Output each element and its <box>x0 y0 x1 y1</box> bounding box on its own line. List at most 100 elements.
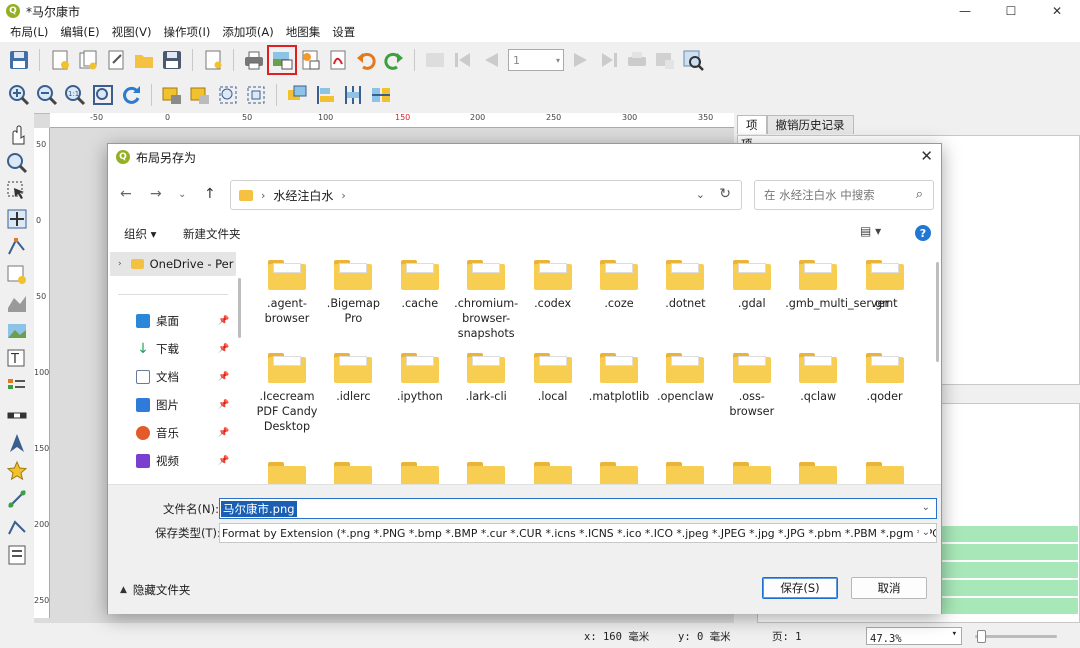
refresh-icon[interactable]: ↻ <box>719 186 731 202</box>
folder-item[interactable]: .lark-cli <box>453 345 519 404</box>
maximize-button[interactable]: ☐ <box>988 0 1034 22</box>
folder-item[interactable]: .local <box>520 345 586 404</box>
folder-item[interactable]: .Icecream PDF Candy Desktop <box>254 345 320 434</box>
folder-item[interactable] <box>586 454 652 484</box>
folder-item[interactable] <box>254 454 320 484</box>
export-atlas-icon[interactable] <box>654 49 676 71</box>
open-template-icon[interactable] <box>133 49 155 71</box>
undo-icon[interactable] <box>355 49 377 71</box>
menu-edit[interactable]: 编辑(E) <box>54 24 105 40</box>
edit-nodes-icon[interactable] <box>6 236 28 258</box>
folder-item[interactable] <box>652 454 718 484</box>
menu-items[interactable]: 操作项(I) <box>157 24 216 40</box>
folder-item[interactable] <box>387 454 453 484</box>
breadcrumb-folder[interactable]: 水经注白水 <box>273 187 333 204</box>
new-layout-icon[interactable] <box>49 49 71 71</box>
folder-item[interactable]: .coze <box>586 252 652 311</box>
layout-manager-icon[interactable] <box>105 49 127 71</box>
up-arrow-icon[interactable]: ↑ <box>204 186 216 202</box>
add-marker-icon[interactable] <box>6 488 28 510</box>
add-map-icon[interactable] <box>6 264 28 286</box>
save-template-icon[interactable] <box>161 49 183 71</box>
save-layout-icon[interactable] <box>8 49 30 71</box>
add-polyline-icon[interactable] <box>6 516 28 538</box>
view-options-icon[interactable]: ▤ ▾ <box>860 224 881 238</box>
pan-layout-icon[interactable] <box>6 124 28 146</box>
nav-item-music[interactable]: 音乐 📌 <box>136 422 236 444</box>
back-arrow-icon[interactable]: ← <box>120 186 132 202</box>
raise-items-icon[interactable] <box>286 84 308 106</box>
chevron-down-icon[interactable]: ⌄ <box>918 527 930 538</box>
folder-item[interactable]: .qoder <box>852 345 918 404</box>
recent-locations-chevron-icon[interactable]: ⌄ <box>178 189 186 200</box>
add-picture-icon[interactable] <box>6 320 28 342</box>
zoom-select[interactable]: 47.3% ▾ <box>866 627 962 645</box>
menu-atlas[interactable]: 地图集 <box>280 24 327 40</box>
tab-items[interactable]: 项 <box>737 115 767 134</box>
folder-item[interactable]: .gmt <box>852 252 918 311</box>
address-dropdown-icon[interactable]: ⌄ <box>696 188 705 201</box>
atlas-preview-icon[interactable] <box>424 49 446 71</box>
menu-layout[interactable]: 布局(L) <box>4 24 54 40</box>
export-svg-icon[interactable] <box>299 49 321 71</box>
add-shape-icon[interactable] <box>6 460 28 482</box>
align-items-icon[interactable] <box>314 84 336 106</box>
move-content-icon[interactable] <box>6 208 28 230</box>
refresh-view-icon[interactable] <box>120 84 142 106</box>
folder-item[interactable]: .idlerc <box>320 345 386 404</box>
folder-item[interactable]: .Bigemap Pro <box>320 252 386 326</box>
atlas-settings-icon[interactable] <box>682 49 704 71</box>
folder-item[interactable] <box>785 454 851 484</box>
new-folder-button[interactable]: 新建文件夹 <box>183 226 241 242</box>
cancel-button[interactable]: 取消 <box>851 577 927 599</box>
menu-view[interactable]: 视图(V) <box>106 24 158 40</box>
add-label-icon[interactable]: T <box>6 348 28 370</box>
file-list-scrollbar[interactable] <box>936 262 939 362</box>
folder-item[interactable]: .agent-browser <box>254 252 320 326</box>
folder-item[interactable]: .chromium-browser-snapshots <box>453 252 519 341</box>
save-button[interactable]: 保存(S) <box>762 577 838 599</box>
folder-item[interactable] <box>453 454 519 484</box>
folder-item[interactable]: .openclaw <box>652 345 718 404</box>
page-setup-icon[interactable] <box>202 49 224 71</box>
duplicate-layout-icon[interactable] <box>77 49 99 71</box>
folder-item[interactable]: .qclaw <box>785 345 851 404</box>
forward-arrow-icon[interactable]: → <box>150 186 162 202</box>
folder-item[interactable]: .cache <box>387 252 453 311</box>
menu-settings[interactable]: 设置 <box>326 24 361 40</box>
previous-feature-icon[interactable] <box>480 49 502 71</box>
folder-item[interactable]: .oss-browser <box>719 345 785 419</box>
menu-add-item[interactable]: 添加项(A) <box>216 24 279 40</box>
zoom-tool-icon[interactable] <box>6 152 28 174</box>
folder-item[interactable]: .matplotlib <box>586 345 652 404</box>
folder-item[interactable]: .gmb_multi_server <box>785 252 889 311</box>
close-window-button[interactable]: ✕ <box>1034 0 1080 22</box>
zoom-full-icon[interactable] <box>92 84 114 106</box>
unlock-items-icon[interactable] <box>189 84 211 106</box>
nav-item-desktop[interactable]: 桌面 📌 <box>136 310 236 332</box>
folder-item[interactable] <box>320 454 386 484</box>
nav-onedrive[interactable]: › OneDrive - Per <box>110 252 236 276</box>
help-icon[interactable]: ? <box>915 225 931 241</box>
redo-icon[interactable] <box>383 49 405 71</box>
export-image-icon[interactable] <box>267 45 297 75</box>
expand-arrow-icon[interactable]: › <box>118 259 122 269</box>
dialog-close-button[interactable]: ✕ <box>920 147 933 165</box>
slider-handle[interactable] <box>977 630 986 643</box>
next-feature-icon[interactable] <box>570 49 592 71</box>
nav-item-downloads[interactable]: ↓ 下载 📌 <box>136 338 236 360</box>
zoom-slider[interactable] <box>975 630 1057 643</box>
folder-item[interactable] <box>719 454 785 484</box>
nav-item-documents[interactable]: 文档 📌 <box>136 366 236 388</box>
minimize-button[interactable]: — <box>942 0 988 22</box>
last-feature-icon[interactable] <box>598 49 620 71</box>
add-html-icon[interactable] <box>6 544 28 566</box>
folder-item[interactable]: .codex <box>520 252 586 311</box>
add-scalebar-icon[interactable] <box>6 404 28 426</box>
print-icon[interactable] <box>243 49 265 71</box>
group-items-icon[interactable] <box>217 84 239 106</box>
hide-folders-toggle[interactable]: ▲ 隐藏文件夹 <box>120 582 190 598</box>
lock-items-icon[interactable] <box>161 84 183 106</box>
add-3d-map-icon[interactable] <box>6 292 28 314</box>
print-atlas-icon[interactable] <box>626 49 648 71</box>
